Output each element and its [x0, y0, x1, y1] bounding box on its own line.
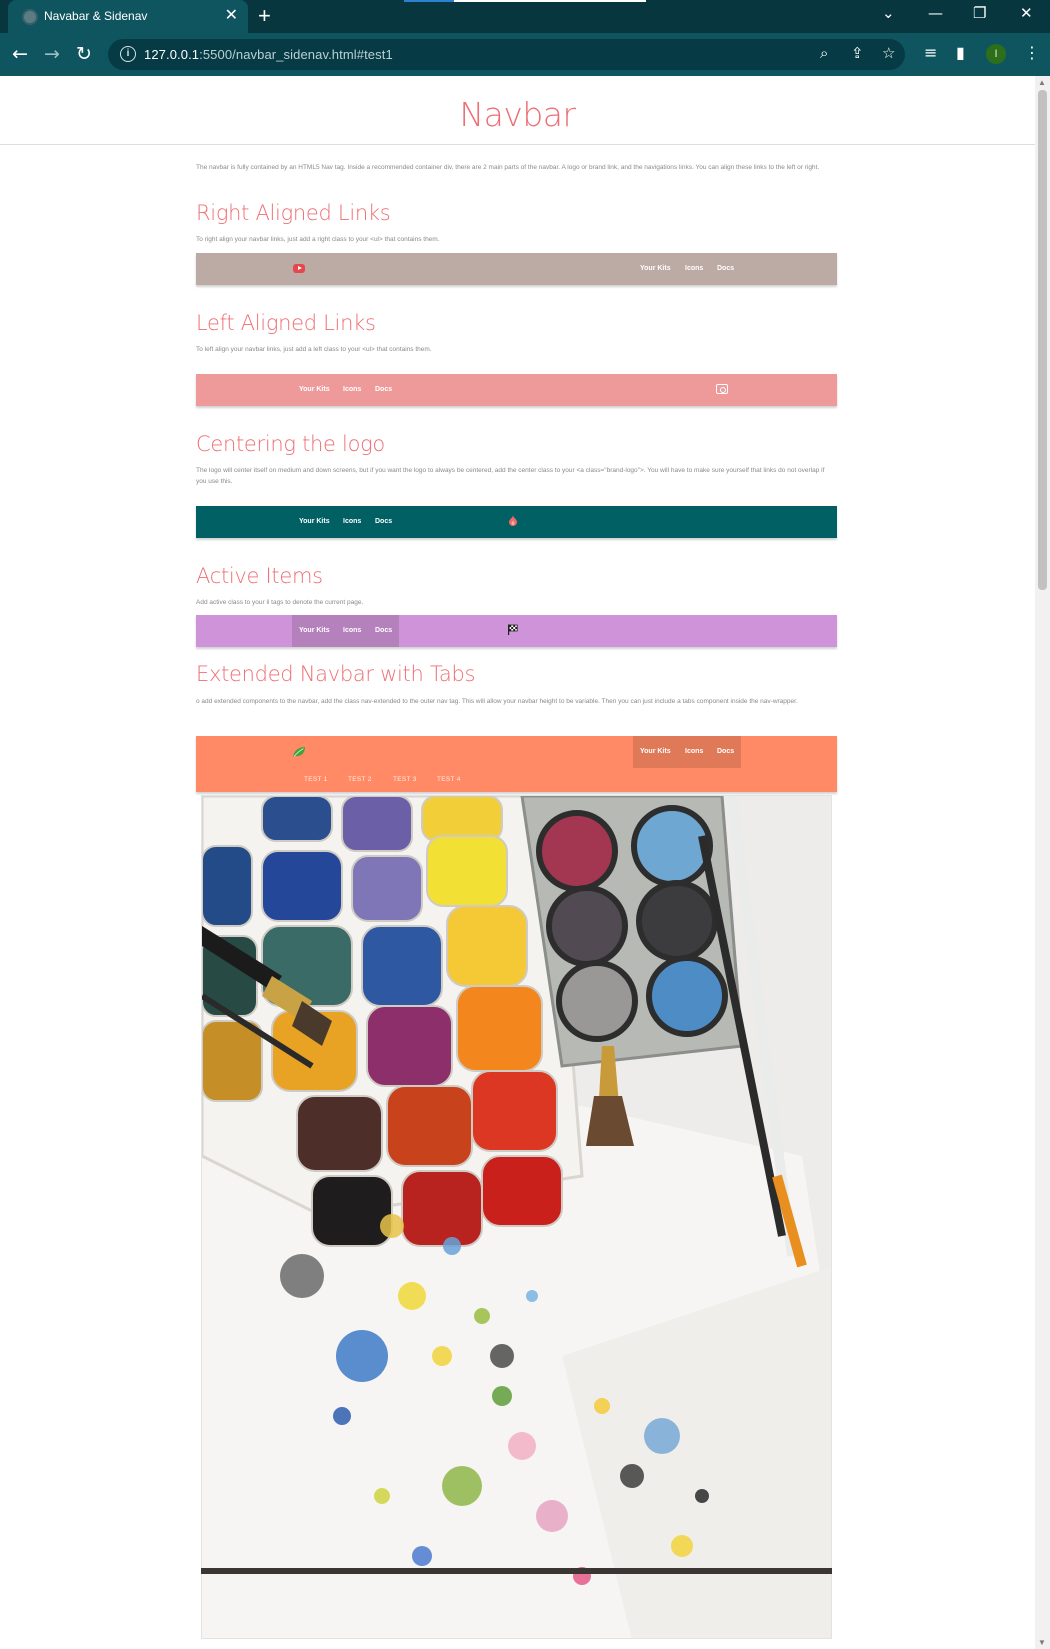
minimize-icon[interactable]: — [928, 4, 943, 22]
nav-link-docs[interactable]: Docs [375, 506, 392, 538]
tab-test-3[interactable]: TEST 3 [393, 776, 417, 783]
centering-heading: Centering the logo [196, 432, 385, 456]
scroll-down-arrow-icon[interactable]: ▼ [1038, 1638, 1046, 1647]
watercolor-illustration [202, 796, 831, 1638]
camera-icon[interactable] [716, 384, 728, 394]
page-title: Navbar [459, 95, 576, 134]
page-scrollbar[interactable]: ▲ ▼ [1035, 76, 1050, 1649]
bookmark-star-icon[interactable]: ☆ [882, 44, 895, 62]
scroll-thumb[interactable] [1038, 90, 1047, 590]
forward-arrow-icon[interactable]: → [44, 42, 60, 66]
youtube-icon[interactable] [293, 264, 305, 273]
active-items-text: Add active class to your li tags to deno… [196, 599, 364, 606]
close-window-icon[interactable]: ✕ [1020, 4, 1033, 22]
active-items-heading: Active Items [196, 564, 323, 588]
nav-link-your-kits[interactable]: Your Kits [299, 506, 330, 538]
address-bar[interactable]: i 127.0.0.1:5500/navbar_sidenav.html#tes… [108, 39, 905, 70]
share-icon[interactable]: ⇪ [851, 44, 864, 62]
info-icon[interactable]: i [120, 46, 136, 62]
back-arrow-icon[interactable]: ← [12, 42, 28, 66]
side-panel-icon[interactable]: ▮ [956, 43, 965, 62]
right-aligned-text: To right align your navbar links, just a… [196, 236, 440, 243]
nav-link-icons[interactable]: Icons [343, 506, 361, 538]
scroll-up-arrow-icon[interactable]: ▲ [1038, 78, 1046, 87]
tab-divider-accent [404, 0, 454, 2]
navbar-right-aligned: Your Kits Icons Docs [196, 253, 837, 285]
tab-test-1[interactable]: TEST 1 [304, 776, 328, 783]
nav-link-icons[interactable]: Icons [343, 374, 361, 406]
url-text[interactable]: 127.0.0.1:5500/navbar_sidenav.html#test1 [144, 47, 393, 62]
flame-icon[interactable] [508, 515, 518, 526]
more-menu-icon[interactable]: ⋮ [1024, 43, 1040, 62]
reload-icon[interactable]: ↻ [76, 42, 92, 66]
nav-link-docs[interactable]: Docs [375, 374, 392, 406]
browser-toolbar: ← → ↻ i 127.0.0.1:5500/navbar_sidenav.ht… [0, 33, 1050, 76]
reading-list-icon[interactable]: ≡ [924, 43, 937, 62]
close-tab-icon[interactable]: ✕ [225, 6, 238, 26]
nav-link-your-kits[interactable]: Your Kits [640, 736, 671, 768]
centering-text: The logo will center itself on medium an… [196, 467, 825, 485]
page-viewport: Navbar The navbar is fully contained by … [0, 76, 1035, 1649]
navbar-centered-logo: Your Kits Icons Docs [196, 506, 837, 538]
profile-avatar[interactable]: I [986, 44, 1006, 64]
tab-title: Navabar & Sidenav [44, 9, 148, 23]
tab-test-4[interactable]: TEST 4 [437, 776, 461, 783]
nav-link-docs[interactable]: Docs [375, 615, 392, 647]
globe-icon [22, 9, 38, 25]
nav-link-docs[interactable]: Docs [717, 253, 734, 285]
url-host: 127.0.0.1 [144, 47, 200, 62]
zoom-icon[interactable]: ⌕ [820, 44, 828, 62]
nav-link-your-kits[interactable]: Your Kits [299, 374, 330, 406]
nav-link-your-kits[interactable]: Your Kits [640, 253, 671, 285]
extended-text: o add extended components to the navbar,… [196, 698, 798, 705]
left-aligned-heading: Left Aligned Links [196, 311, 376, 335]
intro-text: The navbar is fully contained by an HTML… [196, 164, 820, 171]
nav-link-your-kits[interactable]: Your Kits [299, 615, 330, 647]
tab-test-2[interactable]: TEST 2 [348, 776, 372, 783]
browser-tab[interactable]: Navabar & Sidenav ✕ [8, 0, 248, 33]
nav-link-docs[interactable]: Docs [717, 736, 734, 768]
page-header: Navbar [0, 76, 1035, 145]
nav-link-icons[interactable]: Icons [343, 615, 361, 647]
nav-link-icons[interactable]: Icons [685, 253, 703, 285]
navbar-extended: Your Kits Icons Docs TEST 1 TEST 2 TEST … [196, 736, 837, 792]
left-aligned-text: To left align your navbar links, just ad… [196, 346, 432, 353]
watercolor-palette-photo [201, 795, 832, 1639]
navbar-active-items: Your Kits Icons Docs [196, 615, 837, 647]
url-path: :5500/navbar_sidenav.html#test1 [199, 47, 393, 62]
chevron-down-icon[interactable]: ⌄ [882, 4, 895, 22]
restore-icon[interactable]: ❐ [973, 4, 986, 22]
leaf-icon[interactable] [292, 746, 306, 758]
navbar-left-aligned: Your Kits Icons Docs [196, 374, 837, 406]
nav-link-icons[interactable]: Icons [685, 736, 703, 768]
extended-heading: Extended Navbar with Tabs [196, 662, 476, 686]
right-aligned-heading: Right Aligned Links [196, 201, 391, 225]
tab-strip: Navabar & Sidenav ✕ + ⌄ — ❐ ✕ [0, 0, 1050, 33]
flag-icon[interactable] [507, 624, 518, 635]
new-tab-icon[interactable]: + [258, 3, 271, 29]
next-photo-edge [201, 1568, 832, 1574]
